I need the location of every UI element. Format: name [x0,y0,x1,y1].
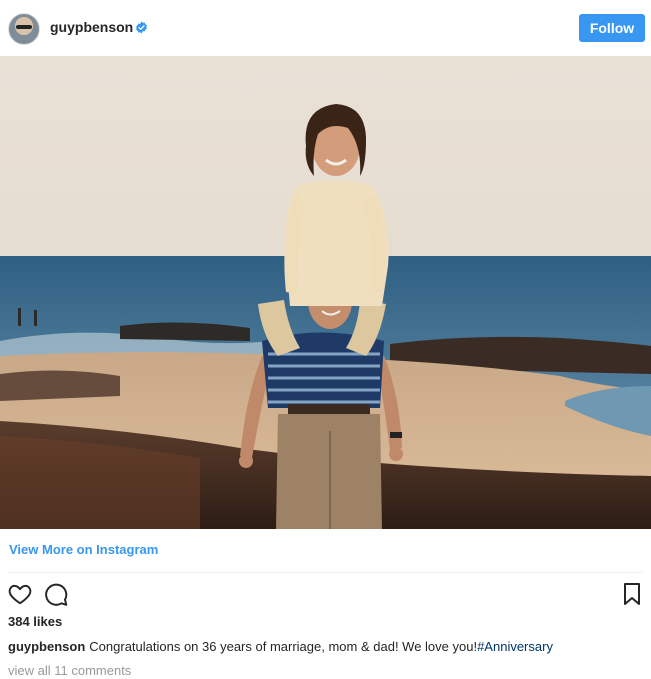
instagram-post: guypbenson Follow View More on Instagram… [0,0,651,679]
post-header: guypbenson Follow [0,0,651,56]
caption: guypbenson Congratulations on 36 years of… [8,639,553,654]
comment-icon[interactable] [43,581,69,607]
view-more-link[interactable]: View More on Instagram [9,542,158,557]
heart-icon[interactable] [7,581,33,607]
likes-count[interactable]: 384 likes [8,614,62,629]
caption-text: Congratulations on 36 years of marriage,… [89,639,478,654]
verified-badge-icon [136,21,147,34]
vintage-couple-photo [0,56,651,529]
follow-button[interactable]: Follow [579,14,645,42]
avatar[interactable] [8,13,40,45]
post-photo[interactable] [0,56,651,529]
view-comments-link[interactable]: view all 11 comments [8,663,131,678]
header-username[interactable]: guypbenson [50,19,133,35]
caption-username[interactable]: guypbenson [8,639,85,654]
caption-hashtag[interactable]: #Anniversary [477,639,553,654]
bookmark-icon[interactable] [621,582,643,606]
divider [8,572,643,573]
